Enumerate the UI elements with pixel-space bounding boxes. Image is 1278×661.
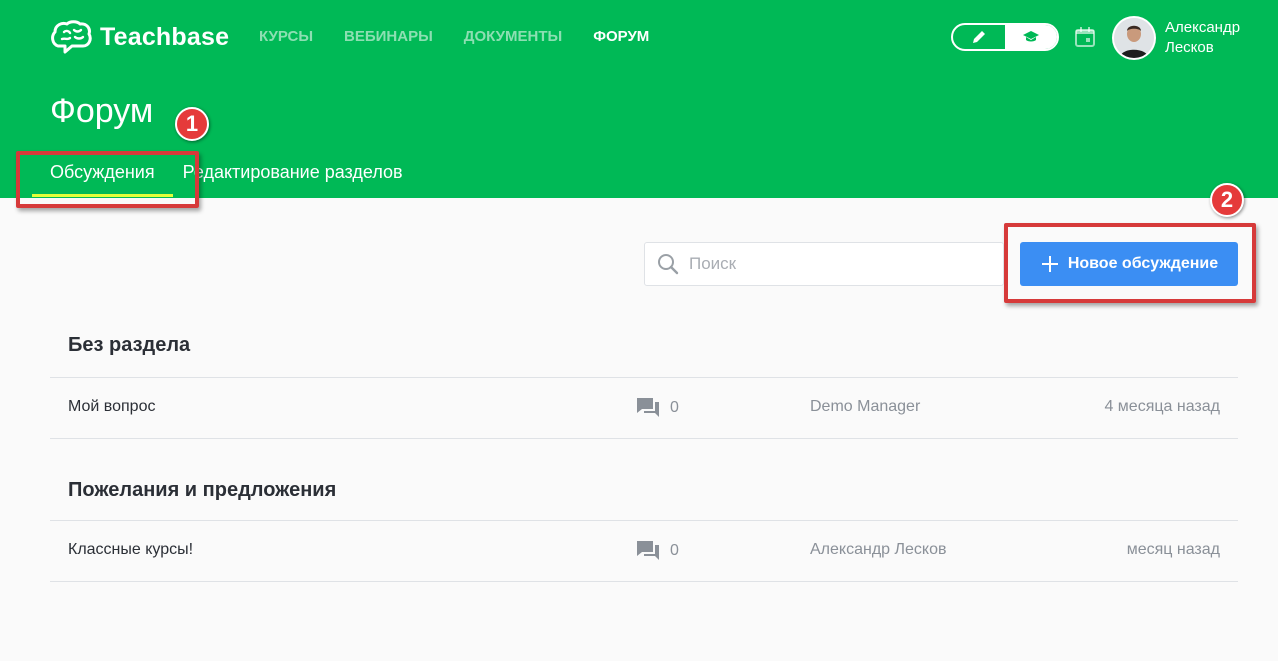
search-input[interactable] [689,254,979,274]
logo[interactable]: Teachbase [50,20,229,54]
pencil-icon [973,31,985,43]
logo-text: Teachbase [100,22,230,51]
comment-count: 0 [636,397,679,419]
nav-documents[interactable]: ДОКУМЕНТЫ [464,28,562,45]
section-title: Без раздела [68,334,191,356]
nav-courses[interactable]: КУРСЫ [259,28,313,45]
page-title: Форум [50,92,154,130]
search-icon [658,254,679,275]
graduation-cap-icon [1023,31,1039,42]
person-icon [1114,18,1154,58]
new-discussion-label: Новое обсуждение [1067,255,1219,272]
user-avatar[interactable] [1112,16,1156,60]
user-first-name: Александр [1165,19,1241,36]
topic-author[interactable]: Demo Manager [810,398,920,416]
topic-time: месяц назад [1126,541,1220,558]
user-last-name: Лесков [1165,39,1214,56]
learn-mode-button[interactable] [1005,25,1057,49]
edit-mode-button[interactable] [953,25,1005,49]
user-name[interactable]: Александр Лесков [1165,18,1275,58]
comments-icon [637,541,659,560]
comment-count-value: 0 [670,542,679,559]
plus-icon [1041,256,1058,272]
topic-title[interactable]: Классные курсы! [68,541,193,559]
brain-logo-icon [51,20,92,54]
new-discussion-button[interactable]: Новое обсуждение [1020,242,1238,286]
main-nav: КУРСЫ ВЕБИНАРЫ ДОКУМЕНТЫ ФОРУМ [259,28,680,45]
nav-webinars[interactable]: ВЕБИНАРЫ [344,28,433,45]
tab-edit-sections[interactable]: Редактирование разделов [173,162,421,197]
calendar-icon[interactable] [1074,26,1096,48]
comment-count-value: 0 [670,399,679,416]
table-row[interactable]: Мой вопрос 0 Demo Manager 4 месяца назад [50,378,1238,438]
row-divider [50,438,1238,439]
mode-toggle [951,23,1059,51]
topic-title[interactable]: Мой вопрос [68,398,155,416]
nav-forum[interactable]: ФОРУМ [593,28,649,45]
table-row[interactable]: Классные курсы! 0 Александр Лесков месяц… [50,521,1238,581]
annotation-badge-1: 1 [175,107,209,141]
search-box [644,242,1004,286]
topic-time: 4 месяца назад [1104,398,1220,415]
row-divider [50,581,1238,582]
topic-author[interactable]: Александр Лесков [810,541,946,559]
section-title: Пожелания и предложения [68,479,337,501]
avatar-photo [1114,18,1154,58]
annotation-badge-2: 2 [1210,183,1244,217]
annotation-highlight-tab [16,151,199,208]
comment-count: 0 [636,540,679,562]
comments-icon [637,398,659,417]
